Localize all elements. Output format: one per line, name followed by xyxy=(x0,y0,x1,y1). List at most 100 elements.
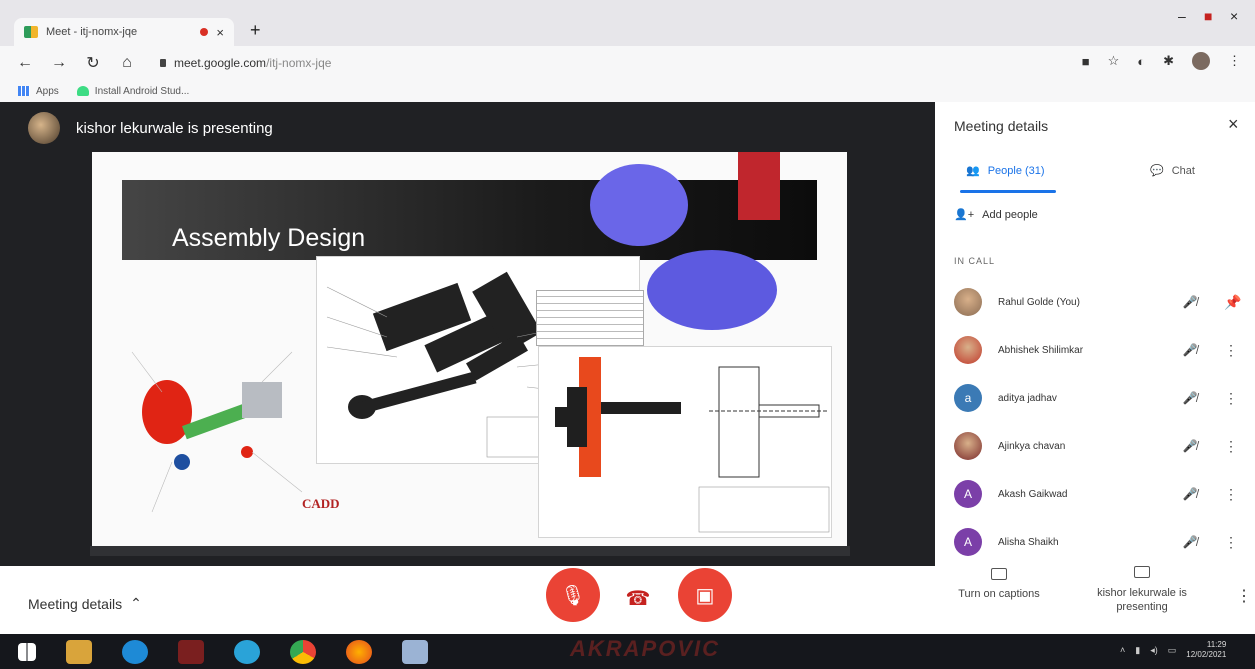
address-bar[interactable]: meet.google.com /itj-nomx-jqe xyxy=(160,56,331,70)
people-icon: 👥 xyxy=(966,165,980,177)
pin-icon[interactable]: 📌 xyxy=(1224,294,1241,311)
panel-close-button[interactable]: × xyxy=(1228,114,1239,135)
present-screen-icon xyxy=(1134,566,1150,578)
windows-start-icon[interactable] xyxy=(18,642,36,661)
mic-muted-icon: 🎤̸ xyxy=(1182,439,1198,453)
participant-avatar xyxy=(954,432,982,460)
slide-controls-strip xyxy=(90,546,850,556)
more-icon[interactable]: ⋮ xyxy=(1224,486,1238,503)
add-people-button[interactable]: 👤+ Add people xyxy=(954,208,1038,222)
profile-avatar[interactable] xyxy=(1192,52,1210,70)
tray-chevron-icon[interactable]: ˄ xyxy=(1120,645,1125,655)
participant-row[interactable]: A Akash Gaikwad 🎤̸ ⋮ xyxy=(954,470,1238,518)
home-icon[interactable]: ⌂ xyxy=(118,54,136,72)
mic-muted-icon: 🎤̸ xyxy=(1182,487,1198,501)
slide-decor-rect xyxy=(738,152,780,220)
firefox-icon[interactable] xyxy=(346,639,372,664)
edge-icon[interactable] xyxy=(122,639,148,664)
more-icon[interactable]: ⋮ xyxy=(1224,534,1238,551)
presenting-label: kishor lekurwale is presenting xyxy=(1097,587,1187,613)
mic-off-icon: 🎙 xyxy=(560,584,586,607)
chat-icon: 💬 xyxy=(1150,165,1164,177)
phone-hangup-icon: ☎ xyxy=(625,587,651,610)
battery-icon[interactable]: ▭ xyxy=(1168,645,1177,656)
participant-name: Alisha Shaikh xyxy=(998,536,1059,548)
participant-name: Ajinkya chavan xyxy=(998,440,1066,452)
bookmark-label: Install Android Stud... xyxy=(94,85,190,97)
extension-circle-icon[interactable]: ◐ xyxy=(1137,54,1145,69)
clock-time: 11:29 xyxy=(1206,640,1227,649)
more-options-icon[interactable]: ⋮ xyxy=(1236,586,1252,606)
participant-row[interactable]: Rahul Golde (You) 🎤̸ 📌 xyxy=(954,278,1241,326)
mic-muted-icon: 🎤̸ xyxy=(1182,391,1198,405)
browser-menu-icon[interactable]: ⋮ xyxy=(1228,53,1241,69)
captions-button[interactable]: Turn on captions xyxy=(944,568,1054,600)
camera-off-icon: ▣ xyxy=(695,584,715,607)
more-icon[interactable]: ⋮ xyxy=(1224,390,1238,407)
participant-avatar: a xyxy=(954,384,982,412)
mic-muted-icon: 🎤̸ xyxy=(1182,343,1198,357)
slide-title: Assembly Design xyxy=(172,224,366,252)
participant-row[interactable]: A Alisha Shaikh 🎤̸ ⋮ xyxy=(954,518,1238,566)
browser-toolbar: ← → ↻ ⌂ meet.google.com /itj-nomx-jqe xyxy=(0,46,1255,80)
chrome-icon[interactable] xyxy=(290,639,316,664)
new-tab-button[interactable]: + xyxy=(250,20,261,41)
star-icon[interactable]: ☆ xyxy=(1108,53,1120,69)
forward-icon[interactable]: → xyxy=(50,54,68,72)
apps-grid-icon xyxy=(18,86,30,96)
wallpaper-text: AKRAPOVIC xyxy=(570,636,721,661)
tab-chat[interactable]: 💬 Chat xyxy=(1150,164,1195,178)
app-red-icon[interactable] xyxy=(178,639,204,664)
window-close-button[interactable]: × xyxy=(1230,8,1238,24)
presenter-avatar xyxy=(28,112,60,144)
edge-chromium-icon[interactable] xyxy=(234,639,260,664)
paint-icon[interactable] xyxy=(402,639,428,664)
shared-slide: Assembly Design CADD xyxy=(92,152,847,554)
reload-icon[interactable]: ↻ xyxy=(84,53,102,73)
bookmarks-bar: Apps Install Android Stud... xyxy=(0,80,1255,102)
captions-label: Turn on captions xyxy=(958,588,1040,600)
network-icon[interactable]: ▮ xyxy=(1135,645,1140,656)
panel-title: Meeting details xyxy=(954,118,1049,134)
tab-people[interactable]: 👥 People (31) xyxy=(966,164,1045,178)
clock-date: 12/02/2021 xyxy=(1186,650,1227,659)
extensions-icon[interactable]: ✱ xyxy=(1163,53,1174,69)
url-path: /itj-nomx-jqe xyxy=(266,56,332,70)
volume-icon[interactable]: ◂) xyxy=(1150,645,1158,656)
participant-avatar xyxy=(954,288,982,316)
slide-decor-circle xyxy=(647,250,777,330)
participant-row[interactable]: a aditya jadhav 🎤̸ ⋮ xyxy=(954,374,1238,422)
minimize-button[interactable]: – xyxy=(1178,8,1186,24)
android-icon xyxy=(76,86,89,96)
gearbox-exploded-view xyxy=(131,351,303,513)
presenting-button[interactable]: kishor lekurwale is presenting xyxy=(1086,566,1198,614)
add-person-icon: 👤+ xyxy=(954,209,975,221)
more-icon[interactable]: ⋮ xyxy=(1224,342,1238,359)
tab-close-button[interactable]: × xyxy=(216,25,224,40)
meeting-details-label: Meeting details xyxy=(28,595,123,612)
lock-icon xyxy=(160,59,166,67)
bookmark-android[interactable]: Install Android Stud... xyxy=(76,85,190,97)
restore-button[interactable]: ■ xyxy=(1204,8,1212,24)
participant-row[interactable]: Ajinkya chavan 🎤̸ ⋮ xyxy=(954,422,1238,470)
participant-avatar: A xyxy=(954,528,982,556)
presenter-banner: kishor lekurwale is presenting xyxy=(28,112,273,144)
camera-indicator-icon[interactable]: ■ xyxy=(1082,54,1090,69)
mic-muted-icon: 🎤̸ xyxy=(1182,535,1198,549)
file-explorer-icon[interactable] xyxy=(66,639,92,664)
camera-toggle-button[interactable]: ▣ xyxy=(678,568,732,622)
participant-name: Akash Gaikwad xyxy=(998,488,1068,500)
tab-people-label: People (31) xyxy=(987,164,1045,177)
bom-table xyxy=(536,290,644,346)
back-icon[interactable]: ← xyxy=(16,54,34,72)
bookmark-apps[interactable]: Apps xyxy=(18,86,59,97)
in-call-section-label: IN CALL xyxy=(954,256,996,266)
hang-up-button[interactable]: ☎ xyxy=(612,580,664,616)
chevron-up-icon: ⌃ xyxy=(130,595,142,611)
browser-tab[interactable]: Meet - itj-nomx-jqe × xyxy=(14,18,234,46)
more-icon[interactable]: ⋮ xyxy=(1224,438,1238,455)
participant-row[interactable]: Abhishek Shilimkar 🎤̸ ⋮ xyxy=(954,326,1238,374)
mic-toggle-button[interactable]: 🎙 xyxy=(546,568,600,622)
system-clock[interactable]: 11:29 12/02/2021 xyxy=(1186,640,1226,660)
meeting-details-button[interactable]: Meeting details ⌃ xyxy=(28,595,142,612)
